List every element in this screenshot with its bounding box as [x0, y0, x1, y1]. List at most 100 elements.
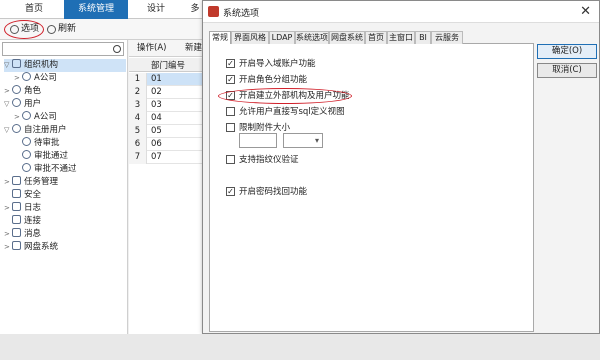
tree-item[interactable]: > 任务管理 [4, 176, 126, 189]
dept-code-cell: 07 [151, 152, 162, 162]
checked-checkbox[interactable]: ✓ [226, 75, 235, 84]
dept-code-cell: 01 [151, 74, 162, 84]
table-row[interactable]: 2 02 [129, 86, 205, 99]
option-checkbox-row[interactable]: 支持指纹仪验证 [226, 154, 299, 166]
user-icon [12, 124, 21, 133]
dialog-title: 系统选项 [223, 9, 260, 19]
tree-item-label: 日志 [24, 203, 42, 213]
tree-item[interactable]: > A公司 [14, 111, 126, 124]
option-label: 开启密码找回功能 [239, 187, 308, 197]
unchecked-checkbox[interactable] [226, 155, 235, 164]
operations-menu[interactable]: 操作(A) [137, 42, 166, 55]
tree-item[interactable]: 安全 [4, 189, 126, 202]
ok-button[interactable]: 确定(O) [537, 44, 597, 59]
dialog-tab[interactable]: 界面风格 [231, 31, 269, 44]
person-icon [22, 150, 31, 159]
table-row[interactable]: 7 07 [129, 151, 205, 164]
tree-item[interactable]: 审批不通过 [14, 163, 126, 176]
expand-icon[interactable]: > [4, 176, 12, 189]
log-icon [12, 202, 21, 211]
collapse-icon[interactable]: ▽ [4, 98, 12, 111]
dialog-tab[interactable]: 常规 [209, 31, 231, 45]
expand-icon[interactable]: > [4, 241, 12, 254]
tab-system-management[interactable]: 系统管理 [64, 0, 128, 19]
app-icon [208, 6, 219, 17]
row-number: 4 [129, 112, 147, 125]
close-icon[interactable]: ✕ [580, 4, 591, 19]
option-checkbox-row[interactable]: 允许用户直接写sql定义视图 [226, 106, 345, 118]
tree-item[interactable]: ▽ 组织机构 [4, 59, 126, 72]
expand-icon[interactable]: > [4, 228, 12, 241]
tree-item-label: 网盘系统 [24, 242, 59, 252]
option-label: 开启角色分组功能 [239, 75, 308, 85]
tree-item[interactable]: > 角色 [4, 85, 126, 98]
org-icon [12, 59, 21, 68]
refresh-icon [47, 25, 56, 34]
person-icon [22, 111, 31, 120]
shield-icon [12, 189, 21, 198]
dialog-tab[interactable]: 系统选项 [295, 31, 329, 44]
tree-item[interactable]: 待审批 [14, 137, 126, 150]
attachment-size-input[interactable] [239, 133, 277, 148]
tree-item[interactable]: 审批通过 [14, 150, 126, 163]
grid-toolbar: 操作(A) 新建 [129, 40, 205, 57]
expand-icon[interactable]: > [14, 72, 22, 85]
table-row[interactable]: 1 01 [129, 73, 205, 86]
tab-home[interactable]: 首页 [14, 0, 54, 19]
expand-icon[interactable]: > [4, 85, 12, 98]
row-number: 1 [129, 73, 147, 86]
table-row[interactable]: 5 05 [129, 125, 205, 138]
tree-item[interactable]: ▽ 自注册用户 [4, 124, 126, 137]
option-checkbox-row[interactable]: ✓ 开启角色分组功能 [226, 74, 307, 86]
expand-icon[interactable]: > [4, 202, 12, 215]
person-icon [22, 137, 31, 146]
dialog-tab[interactable]: 首页 [365, 31, 387, 44]
msg-icon [12, 228, 21, 237]
unchecked-checkbox[interactable] [226, 107, 235, 116]
highlight-external-org-circle [218, 88, 352, 104]
search-icon[interactable] [113, 45, 121, 53]
dialog-tab[interactable]: BI [415, 31, 431, 44]
table-row[interactable]: 3 03 [129, 99, 205, 112]
tab-design[interactable]: 设计 [136, 0, 176, 19]
person-icon [22, 72, 31, 81]
expand-icon[interactable]: > [14, 111, 22, 124]
table-row[interactable]: 6 06 [129, 138, 205, 151]
column-header-dept-code[interactable]: 部门编号 [151, 59, 185, 71]
system-options-dialog: 系统选项 ✕ 常规 界面风格 LDAP 系统选项 网盘系统 首页 主窗口 BI 云服务 ✓ 开启导… [202, 0, 600, 334]
dialog-tab[interactable]: 主窗口 [387, 31, 415, 44]
tree-item[interactable]: ▽ 用户 [4, 98, 126, 111]
tree-item-label: 组织机构 [24, 60, 59, 70]
checked-checkbox[interactable]: ✓ [226, 59, 235, 68]
tree-item[interactable]: > 网盘系统 [4, 241, 126, 254]
collapse-icon[interactable]: ▽ [4, 124, 12, 137]
tree-search-input[interactable] [2, 42, 124, 56]
cancel-button[interactable]: 取消(C) [537, 63, 597, 78]
collapse-icon[interactable]: ▽ [4, 59, 12, 72]
unchecked-checkbox[interactable] [226, 123, 235, 132]
dept-code-cell: 02 [151, 87, 162, 97]
table-row[interactable]: 4 04 [129, 112, 205, 125]
general-tab-page: ✓ 开启导入域账户功能 ✓ 开启角色分组功能 ✓ 开启建立外部机构及用户功能 允许用户直接写… [209, 44, 534, 332]
tree-item[interactable]: 连接 [4, 215, 126, 228]
refresh-button[interactable]: 刷新 [47, 22, 79, 37]
option-checkbox-row[interactable]: ✓ 开启密码找回功能 [226, 186, 307, 198]
link-icon [12, 215, 21, 224]
new-button[interactable]: 新建 [185, 42, 202, 55]
dialog-tab[interactable]: 网盘系统 [329, 31, 365, 44]
tree-item-label: 待审批 [34, 138, 60, 148]
row-number: 3 [129, 99, 147, 112]
refresh-label: 刷新 [58, 24, 77, 34]
option-label: 开启导入域账户功能 [239, 59, 316, 69]
dialog-tab-strip: 常规 界面风格 LDAP 系统选项 网盘系统 首页 主窗口 BI 云服务 [209, 31, 534, 45]
dialog-tab[interactable]: LDAP [269, 31, 295, 44]
tree-item[interactable]: > 日志 [4, 202, 126, 215]
checked-checkbox[interactable]: ✓ [226, 187, 235, 196]
tree-item-label: 自注册用户 [24, 125, 67, 135]
tree-item[interactable]: > 消息 [4, 228, 126, 241]
option-checkbox-row[interactable]: ✓ 开启导入域账户功能 [226, 58, 316, 70]
highlight-options-circle [4, 20, 44, 39]
dialog-tab[interactable]: 云服务 [431, 31, 463, 44]
attachment-unit-select[interactable]: ▾ [283, 133, 323, 148]
tree-item[interactable]: > A公司 [14, 72, 126, 85]
